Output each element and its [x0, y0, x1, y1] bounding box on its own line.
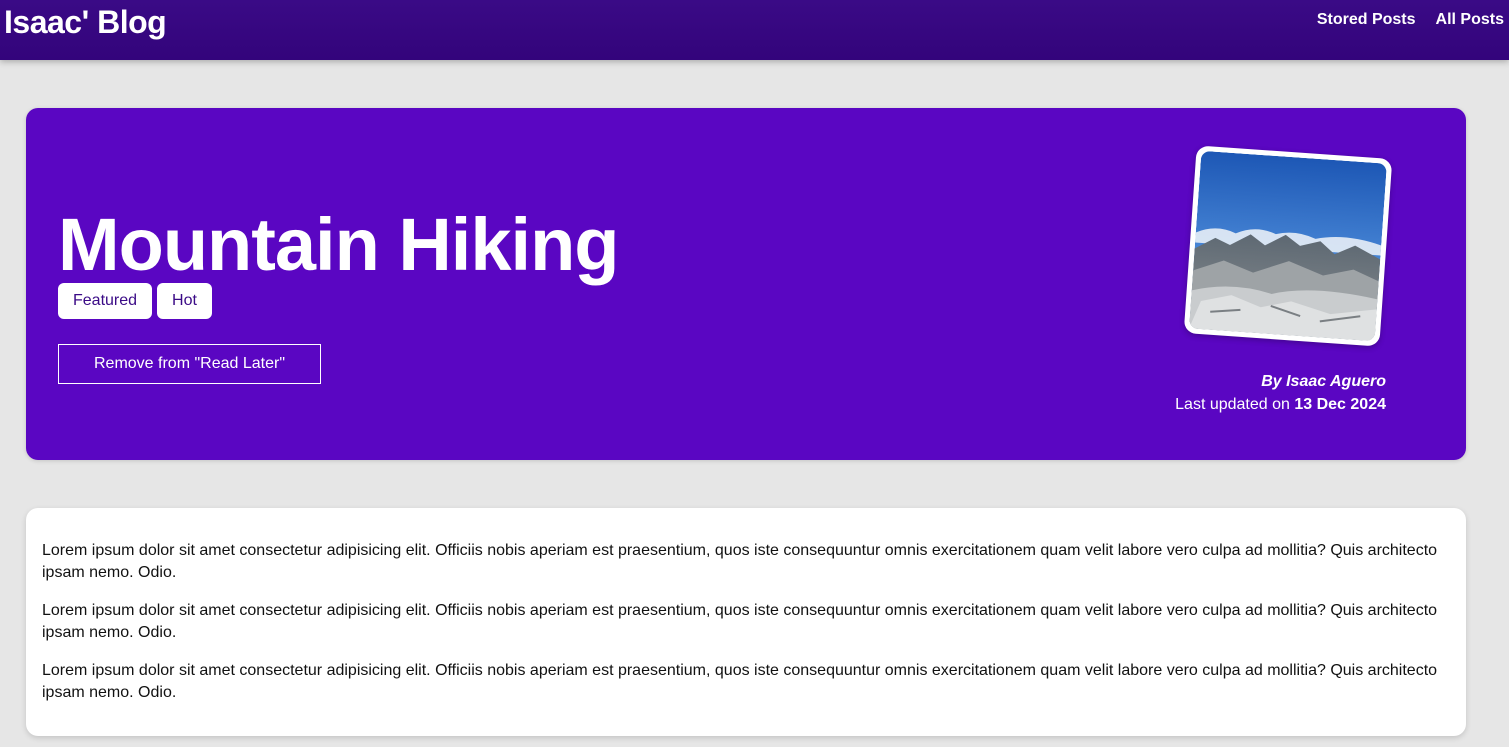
- post-title: Mountain Hiking: [58, 203, 619, 286]
- post-updated: Last updated on 13 Dec 2024: [1175, 393, 1386, 416]
- main-nav: Stored Posts All Posts: [1317, 9, 1504, 31]
- tag-hot[interactable]: Hot: [157, 283, 212, 319]
- site-title[interactable]: Isaac' Blog: [4, 2, 167, 42]
- content-paragraph: Lorem ipsum dolor sit amet consectetur a…: [42, 602, 1438, 641]
- tag-list: Featured Hot: [58, 283, 212, 319]
- post-hero-banner: Mountain Hiking Featured Hot Remove from…: [26, 108, 1466, 460]
- content-paragraph: Lorem ipsum dolor sit amet consectetur a…: [42, 542, 1438, 581]
- updated-prefix: Last updated on: [1175, 396, 1295, 413]
- updated-date: 13 Dec 2024: [1294, 396, 1386, 413]
- post-content: Lorem ipsum dolor sit amet consectetur a…: [26, 508, 1466, 736]
- mountain-photo: [1189, 150, 1387, 342]
- content-paragraph: Lorem ipsum dolor sit amet consectetur a…: [42, 662, 1438, 701]
- nav-link-all-posts[interactable]: All Posts: [1436, 9, 1504, 31]
- nav-link-stored-posts[interactable]: Stored Posts: [1317, 9, 1416, 31]
- remove-read-later-button[interactable]: Remove from "Read Later": [58, 344, 321, 384]
- tag-featured[interactable]: Featured: [58, 283, 153, 319]
- post-image-frame: [1183, 145, 1393, 347]
- top-navigation-bar: Isaac' Blog Stored Posts All Posts: [0, 0, 1509, 60]
- post-meta: By Isaac Aguero Last updated on 13 Dec 2…: [1175, 370, 1386, 416]
- post-author: By Isaac Aguero: [1261, 373, 1386, 390]
